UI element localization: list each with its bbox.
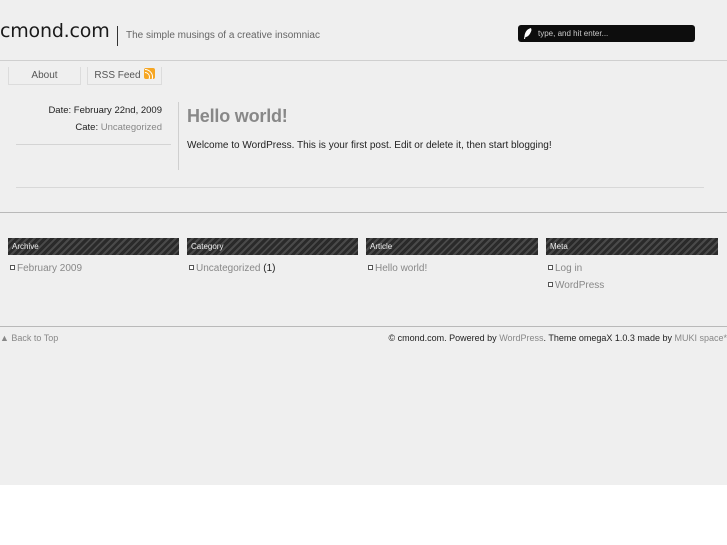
widget-heading-meta: Meta bbox=[546, 238, 718, 255]
category-link[interactable]: Uncategorized bbox=[196, 263, 260, 274]
nav-tab-label: About bbox=[31, 70, 58, 81]
site-title[interactable]: cmond.com bbox=[0, 20, 110, 42]
post-category-line: Cate: Uncategorized bbox=[16, 119, 162, 136]
post-title-link[interactable]: Hello world! bbox=[187, 106, 288, 127]
footer-credits: © cmond.com. Powered by WordPress. Theme… bbox=[389, 333, 727, 343]
meta-list: Log in WordPress bbox=[548, 262, 604, 296]
nav-tab-label: RSS Feed bbox=[94, 70, 141, 81]
nav-tab-rss-feed[interactable]: RSS Feed bbox=[87, 67, 162, 85]
back-to-top-link[interactable]: ▲ Back to Top bbox=[0, 333, 58, 343]
meta-divider bbox=[16, 144, 171, 145]
footer-top-divider bbox=[0, 212, 727, 213]
list-item: Log in bbox=[548, 262, 604, 279]
list-item: February 2009 bbox=[10, 262, 82, 279]
search-box[interactable] bbox=[518, 25, 695, 42]
archive-link[interactable]: February 2009 bbox=[17, 263, 82, 274]
widget-heading-archive: Archive bbox=[8, 238, 179, 255]
search-input[interactable] bbox=[538, 26, 688, 41]
category-list: Uncategorized (1) bbox=[189, 262, 275, 279]
login-link[interactable]: Log in bbox=[555, 263, 582, 274]
list-item: Hello world! bbox=[368, 262, 427, 279]
widget-heading-article: Article bbox=[366, 238, 538, 255]
header-divider bbox=[0, 60, 727, 61]
footer-bottom-divider bbox=[0, 326, 727, 327]
post-category-link[interactable]: Uncategorized bbox=[101, 122, 162, 133]
post-category-label: Cate: bbox=[75, 122, 99, 133]
credits-prefix: © cmond.com. Powered by bbox=[388, 333, 500, 343]
wordpress-link[interactable]: WordPress bbox=[555, 280, 604, 291]
article-link[interactable]: Hello world! bbox=[375, 263, 427, 274]
feather-icon bbox=[524, 28, 532, 39]
powered-by-link[interactable]: WordPress bbox=[499, 333, 543, 343]
credits-middle: . Theme omegaX 1.0.3 made by bbox=[543, 333, 675, 343]
theme-author-link[interactable]: MUKI space* bbox=[674, 333, 727, 343]
post-date: February 22nd, 2009 bbox=[73, 105, 162, 116]
article-list: Hello world! bbox=[368, 262, 427, 279]
nav-tab-about[interactable]: About bbox=[8, 67, 81, 85]
content-divider bbox=[16, 187, 704, 188]
bullet-icon bbox=[189, 265, 194, 270]
post-date-label: Date: bbox=[48, 105, 72, 116]
post-date-line: Date: February 22nd, 2009 bbox=[16, 102, 162, 119]
post-body: Welcome to WordPress. This is your first… bbox=[187, 140, 552, 151]
post-column-divider bbox=[178, 102, 179, 170]
site-tagline: The simple musings of a creative insomni… bbox=[126, 30, 320, 41]
bullet-icon bbox=[548, 265, 553, 270]
list-item: Uncategorized (1) bbox=[189, 262, 275, 279]
archive-list: February 2009 bbox=[10, 262, 82, 279]
category-count: (1) bbox=[260, 263, 276, 274]
title-divider bbox=[117, 26, 118, 46]
list-item: WordPress bbox=[548, 279, 604, 296]
post-meta: Date: February 22nd, 2009 Cate: Uncatego… bbox=[16, 102, 162, 136]
widget-heading-category: Category bbox=[187, 238, 358, 255]
bullet-icon bbox=[548, 282, 553, 287]
rss-icon bbox=[143, 68, 155, 79]
bullet-icon bbox=[368, 265, 373, 270]
bullet-icon bbox=[10, 265, 15, 270]
